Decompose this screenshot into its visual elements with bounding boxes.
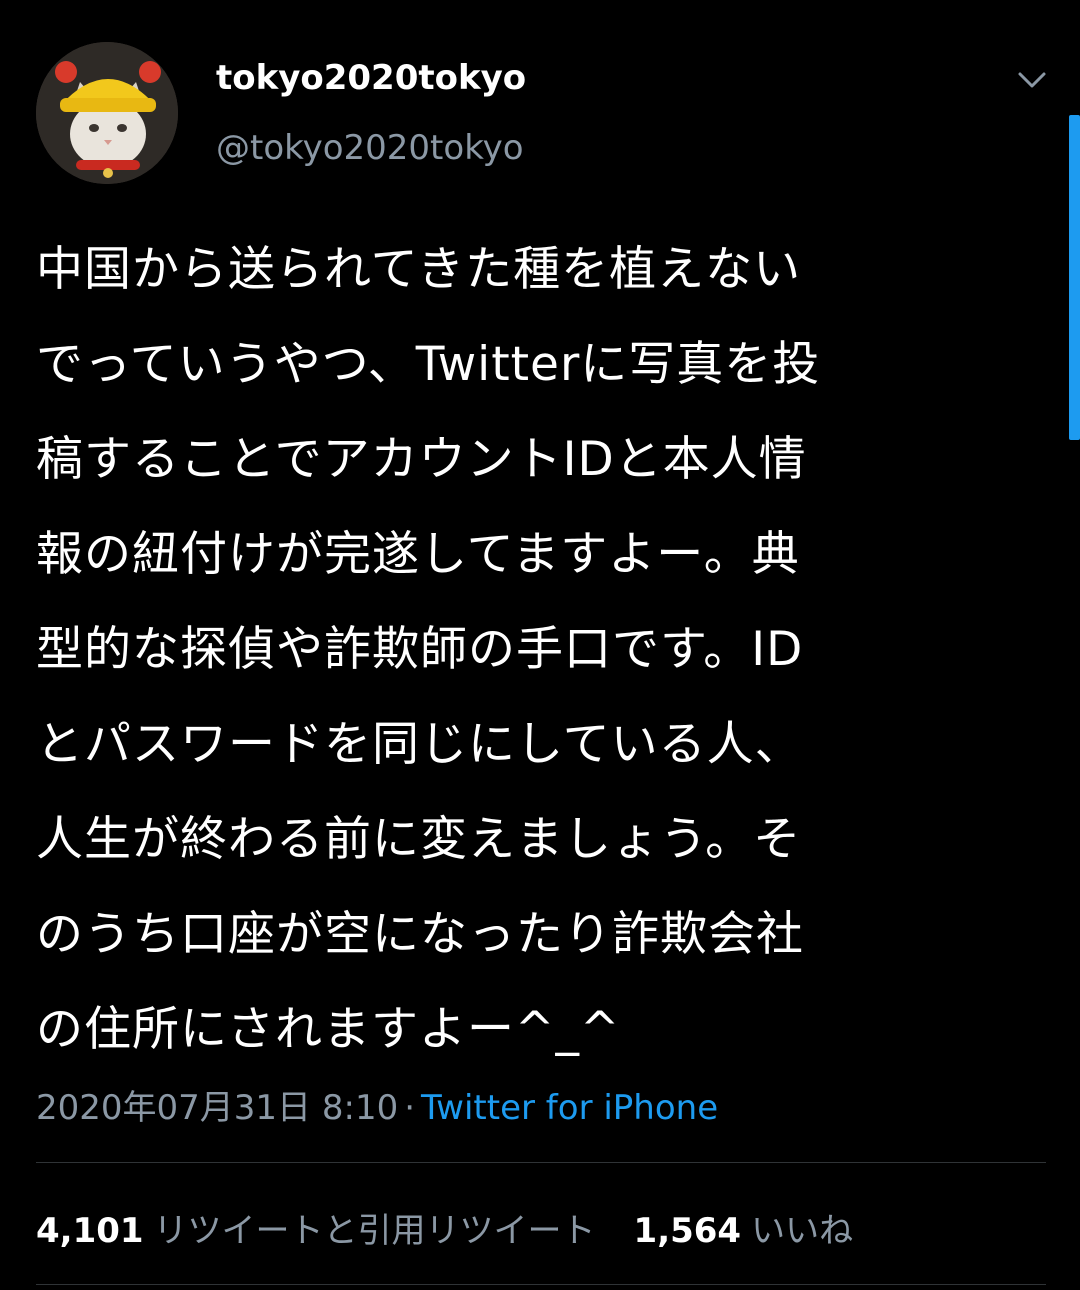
likes-stat[interactable]: 1,564 いいね [634, 1211, 854, 1251]
tweet-text-line: のうち口座が空になったり詐欺会社 [36, 907, 804, 962]
tweet-header: tokyo2020tokyo @tokyo2020tokyo [0, 0, 1080, 200]
tweet-text-line: とパスワードを同じにしている人、 [36, 717, 803, 772]
tweet-text-line: 中国から送られてきた種を植えない [36, 242, 802, 297]
meta-separator: · [404, 1088, 416, 1128]
display-name[interactable]: tokyo2020tokyo [216, 58, 526, 98]
tweet-text-line: 報の紐付けが完遂してますよー。典 [36, 527, 800, 582]
divider [36, 1162, 1046, 1163]
likes-count: 1,564 [633, 1211, 742, 1251]
tweet-stats: 4,101 リツイートと引用リツイート 1,564 いいね [36, 1203, 853, 1252]
tweet-text-line: 人生が終わる前に変えましょう。そ [36, 812, 802, 867]
cat-avatar-icon [36, 42, 178, 184]
likes-label: いいね [751, 1211, 854, 1251]
user-handle[interactable]: @tokyo2020tokyo [216, 128, 524, 168]
retweets-label: リツイートと引用リツイート [153, 1211, 596, 1251]
retweets-count: 4,101 [36, 1211, 144, 1251]
chevron-down-icon[interactable] [1010, 62, 1054, 98]
tweet-text-line: でっていうやつ、Twitterに写真を投 [36, 337, 821, 392]
tweet-text: 中国から送られてきた種を植えない でっていうやつ、Twitterに写真を投 稿す… [36, 222, 1046, 1077]
avatar[interactable] [36, 42, 178, 184]
tweet-meta: 2020年07月31日 8:10 · Twitter for iPhone [36, 1080, 718, 1129]
divider [36, 1284, 1046, 1285]
tweet-source-link[interactable]: Twitter for iPhone [421, 1088, 718, 1128]
tweet-text-line: の住所にされますよー^_^ [36, 1002, 621, 1057]
tweet-text-line: 型的な探偵や詐欺師の手口です。ID [36, 622, 804, 677]
tweet-timestamp[interactable]: 2020年07月31日 8:10 [36, 1088, 398, 1128]
tweet-text-line: 稿することでアカウントIDと本人情 [36, 432, 807, 487]
scrollbar[interactable] [1069, 115, 1080, 440]
retweets-stat[interactable]: 4,101 リツイートと引用リツイート [36, 1211, 596, 1251]
